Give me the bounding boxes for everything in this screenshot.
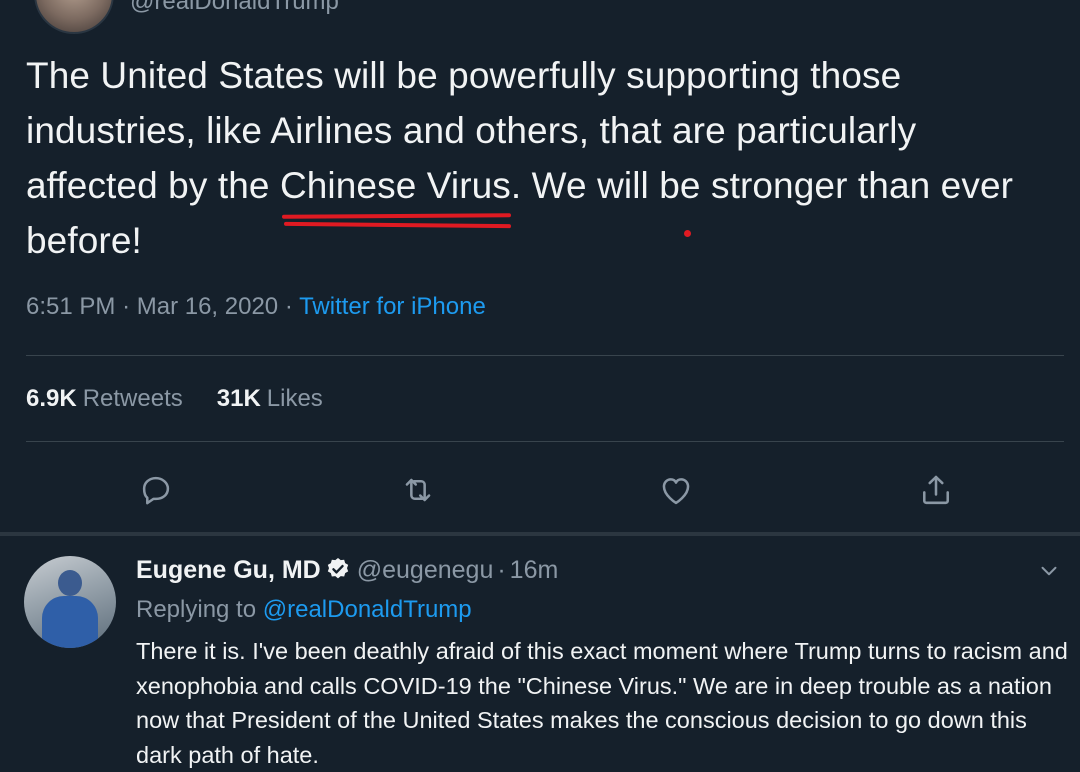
replying-to-label: Replying to: [136, 596, 257, 623]
retweets-label: Retweets: [82, 385, 183, 412]
reply-timestamp[interactable]: 16m: [510, 556, 559, 584]
replying-to-mention[interactable]: @realDonaldTrump: [263, 596, 472, 623]
reply-header: Eugene Gu, MD @eugenegu · 16m: [136, 556, 559, 584]
tweet-text-highlight: Chinese Virus: [279, 158, 511, 229]
meta-separator: ·: [122, 293, 137, 320]
retweets-count: 6.9K: [26, 385, 77, 412]
red-underline-annotation: [281, 213, 511, 219]
red-dot-annotation: [684, 230, 691, 237]
meta-separator: ·: [284, 293, 300, 320]
tweet-source-link[interactable]: Twitter for iPhone: [299, 293, 486, 320]
tweet-date[interactable]: Mar 16, 2020: [137, 293, 278, 320]
reply-author-avatar[interactable]: [24, 556, 116, 648]
author-handle[interactable]: @realDonaldTrump: [130, 0, 339, 16]
share-icon: [923, 475, 949, 505]
tweet-text: The United States will be powerfully sup…: [26, 48, 1056, 268]
chevron-down-icon[interactable]: [1036, 558, 1062, 584]
red-underline-annotation-second: [283, 221, 511, 229]
divider: [26, 441, 1064, 442]
heart-icon: [662, 478, 690, 505]
reply-tweet[interactable]: Eugene Gu, MD @eugenegu · 16m Replying to …: [0, 536, 1080, 772]
main-tweet: @realDonaldTrump The United States will …: [0, 0, 1080, 532]
share-button[interactable]: [914, 468, 958, 512]
reply-author-name[interactable]: Eugene Gu, MD: [136, 556, 321, 584]
divider: [26, 355, 1064, 356]
like-button[interactable]: [654, 468, 698, 512]
likes-stat[interactable]: 31K Likes: [217, 385, 323, 412]
retweet-button[interactable]: [396, 468, 440, 512]
author-avatar[interactable]: [34, 0, 114, 34]
replying-to-line: Replying to @realDonaldTrump: [136, 596, 472, 624]
tweet-time[interactable]: 6:51 PM: [26, 293, 115, 320]
tweet-metadata: 6:51 PM · Mar 16, 2020 · Twitter for iPh…: [26, 293, 486, 321]
reply-text: There it is. I've been deathly afraid of…: [136, 638, 1068, 768]
reply-author-handle[interactable]: @eugenegu: [357, 556, 494, 584]
likes-label: Likes: [266, 385, 323, 412]
reply-icon: [142, 476, 170, 505]
tweet-actions: [0, 468, 1080, 512]
reply-button[interactable]: [134, 468, 178, 512]
highlighted-phrase: Chinese Virus: [279, 165, 511, 206]
verified-badge-icon: [327, 557, 348, 579]
tweet-stats: 6.9K Retweets 31K Likes: [26, 385, 323, 413]
retweets-stat[interactable]: 6.9K Retweets: [26, 385, 183, 412]
likes-count: 31K: [216, 385, 261, 412]
retweet-icon: [405, 478, 431, 502]
